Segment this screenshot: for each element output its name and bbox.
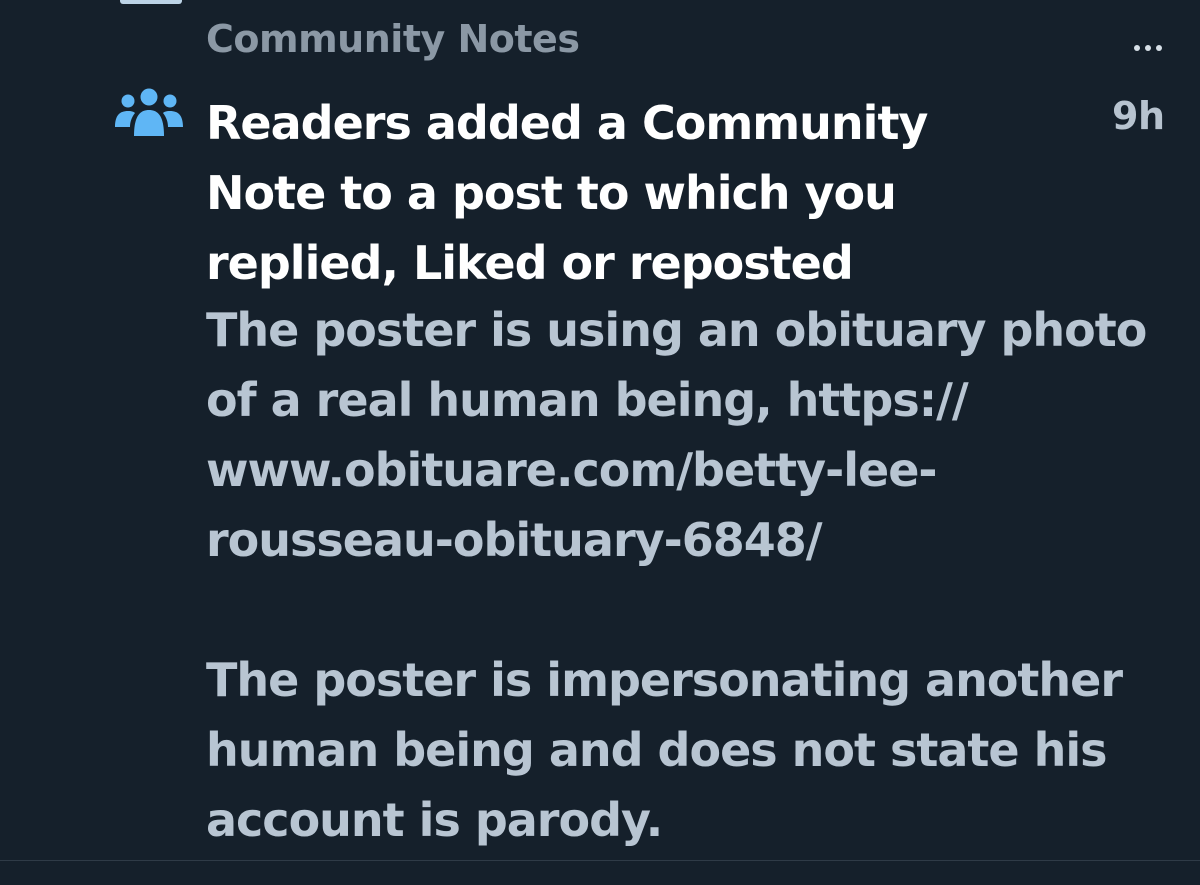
notification-headline: Readers added a Community Note to a post…	[206, 88, 1086, 298]
headline-line: Readers added a Community	[206, 96, 928, 150]
note-line: The poster is using an obituary photo	[206, 303, 1147, 357]
more-dots-icon	[1134, 45, 1162, 51]
community-note-text: The poster is using an obituary photo of…	[206, 295, 1181, 855]
note-line: rousseau-obituary-6848/	[206, 513, 823, 567]
note-line: www.obituare.com/betty-lee-	[206, 443, 938, 497]
divider	[0, 860, 1200, 861]
note-line: The poster is impersonating another	[206, 653, 1123, 707]
community-note-notification[interactable]: Community Notes Readers added a Communit…	[0, 0, 1200, 861]
more-options-button[interactable]	[1122, 28, 1174, 68]
note-line: human being and does not state his	[206, 723, 1108, 777]
timestamp: 9h	[1112, 94, 1165, 138]
note-line: of a real human being, https://	[206, 373, 969, 427]
note-line: account is parody.	[206, 793, 663, 847]
headline-line: Note to a post to which you	[206, 166, 897, 220]
note-blank-line	[206, 575, 1181, 645]
section-title: Community Notes	[206, 17, 580, 61]
headline-line: replied, Liked or reposted	[206, 236, 854, 290]
people-group-icon	[115, 88, 183, 136]
